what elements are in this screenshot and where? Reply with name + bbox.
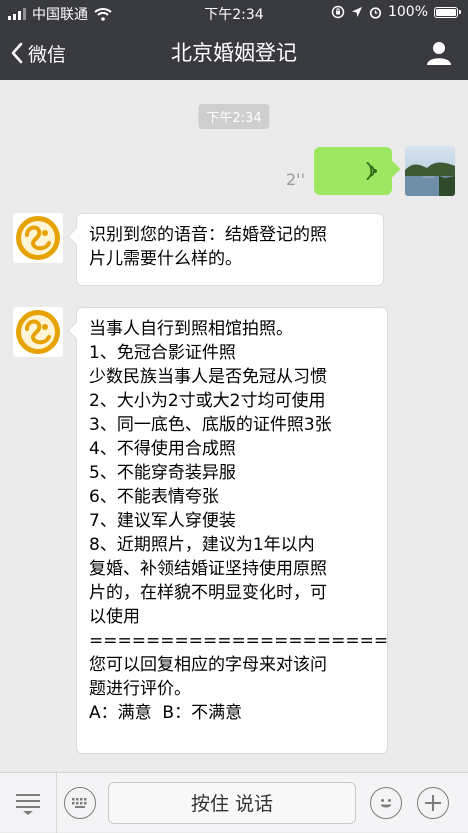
bot-avatar[interactable] (13, 307, 63, 357)
location-icon (351, 7, 362, 17)
chat-timestamp: 下午2:34 (198, 104, 270, 129)
plus-icon (425, 795, 441, 811)
marriage-registration-logo-icon (16, 216, 60, 260)
bot-avatar[interactable] (13, 213, 63, 263)
marriage-registration-logo-icon (16, 310, 60, 354)
user-avatar[interactable] (405, 146, 455, 196)
more-options-button[interactable] (417, 787, 449, 819)
voice-waves-icon (366, 161, 377, 181)
nav-bar: 微信 北京婚姻登记 (0, 26, 468, 80)
keyboard-icon (72, 798, 87, 808)
hold-to-talk-button[interactable]: 按住 说话 (108, 782, 356, 824)
landscape-photo-icon (405, 146, 455, 196)
page-title: 北京婚姻登记 (171, 41, 297, 65)
keyboard-toggle-button[interactable] (64, 787, 96, 819)
rotation-lock-icon (331, 5, 345, 19)
status-right: 100% (331, 4, 461, 20)
voice-message-bubble[interactable] (314, 147, 392, 195)
alarm-icon (369, 6, 382, 19)
menu-toggle-icon[interactable] (14, 790, 42, 816)
message-bubble[interactable]: 识别到您的语音：结婚登记的照 片儿需要什么样的。 (76, 213, 384, 286)
battery-icon (434, 6, 461, 18)
input-divider (56, 773, 57, 833)
emoji-icon (380, 799, 392, 808)
status-bar: 中国联通 下午2:34 100% (0, 0, 468, 26)
emoji-button[interactable] (370, 787, 402, 819)
voice-duration: 2'' (286, 170, 305, 189)
message-bubble[interactable]: 当事人自行到照相馆拍照。 1、免冠合影证件照 少数民族当事人是否免冠从习惯 2、… (76, 307, 388, 754)
battery-percent: 100% (387, 4, 428, 20)
profile-icon[interactable] (426, 40, 452, 66)
input-bar: 按住 说话 (0, 772, 468, 833)
